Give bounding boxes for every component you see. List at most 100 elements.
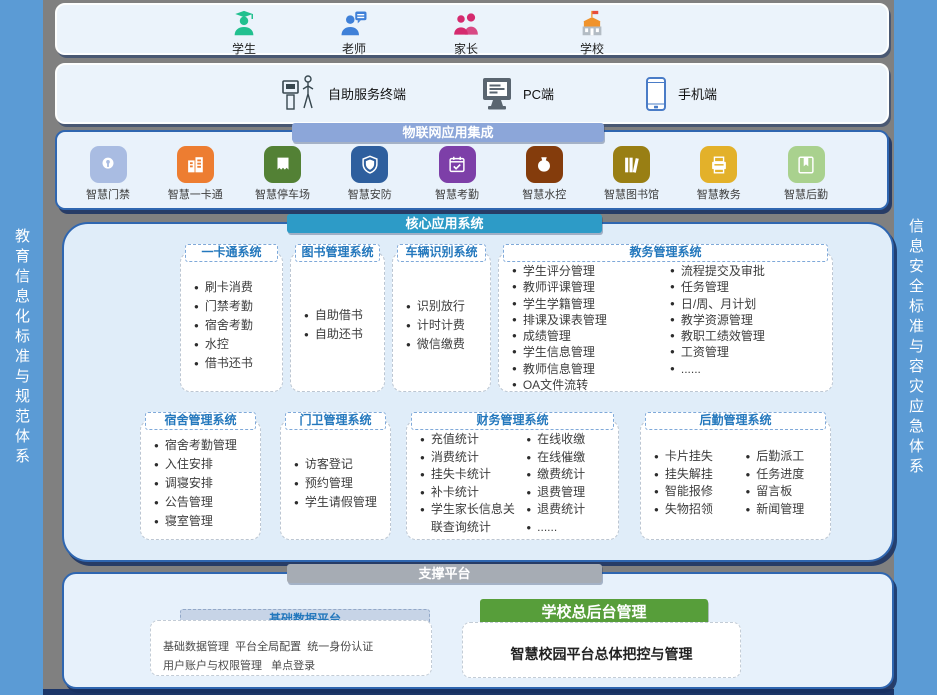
bullet-icon: ● — [512, 344, 517, 360]
list-item: ●宿舍考勤 — [194, 316, 253, 335]
system-card-title: 宿舍管理系统 — [145, 412, 256, 430]
users-panel: 学生 老师 家长 — [55, 3, 889, 55]
bullet-icon: ● — [512, 328, 517, 344]
terminal-pc: PC端 — [480, 65, 554, 122]
bullet-icon: ● — [194, 278, 199, 297]
list-item-label: 识别放行 — [417, 297, 465, 316]
list-item-label: 教师评课管理 — [523, 279, 595, 295]
printer-icon — [700, 146, 737, 183]
list-item: ●补卡统计 — [420, 484, 518, 502]
list-item: ●微信缴费 — [406, 335, 465, 354]
bullet-icon: ● — [512, 377, 517, 393]
list-item-label: 水控 — [205, 335, 229, 354]
list-item: ●学生信息管理 — [512, 344, 662, 360]
list-item-label: ...... — [537, 519, 557, 537]
list-item-label: 宿舍考勤管理 — [165, 436, 237, 455]
list-item: ●学生家长信息关联查询统计 — [420, 501, 518, 536]
books-icon — [613, 146, 650, 183]
system-item-list: ●卡片挂失●挂失解挂●智能报修●失物招领 — [654, 448, 737, 518]
list-item-label: 工资管理 — [681, 344, 729, 360]
list-item-label: 卡片挂失 — [665, 448, 713, 466]
list-item: ● 工资管理 — [670, 344, 826, 360]
list-item: ●预约管理 — [294, 474, 377, 493]
list-item: ●留言板 — [745, 483, 824, 501]
list-item-label: 学生评分管理 — [523, 263, 595, 279]
list-item: ●寝室管理 — [154, 512, 237, 531]
list-item: ●流程提交及审批 — [670, 263, 826, 279]
system-item-list: ● 自助借书● 自助还书 — [304, 306, 363, 344]
bullet-icon: ● — [154, 512, 159, 531]
list-item: ●成绩管理 — [512, 328, 662, 344]
list-item: ●新闻管理 — [745, 501, 824, 519]
iot-icon-row: 智慧门禁 智慧一卡通 智慧停车场 智慧安防 — [71, 146, 843, 202]
list-item-label: 补卡统计 — [431, 484, 479, 502]
list-item: ●在线收缴 — [526, 431, 612, 449]
list-item: ●消费统计 — [420, 449, 518, 467]
phone-icon — [643, 76, 669, 112]
bullet-icon: ● — [406, 297, 411, 316]
bullet-icon: ● — [526, 449, 531, 467]
bookmark-page-icon — [788, 146, 825, 183]
iot-label: 智慧一卡通 — [168, 186, 223, 202]
bullet-icon: ● — [512, 279, 517, 295]
list-item: ●任务进度 — [745, 466, 824, 484]
list-item-label: 充值统计 — [431, 431, 479, 449]
list-item-label: 在线催缴 — [537, 449, 585, 467]
terminal-label: PC端 — [523, 84, 554, 103]
system-card-title: 车辆识别系统 — [397, 244, 486, 262]
terminal-kiosk: 自助服务终端 — [279, 65, 406, 122]
list-item-label: 任务管理 — [681, 279, 729, 295]
list-item: ●日/周、月计划 — [670, 296, 826, 312]
bullet-icon: ● — [154, 436, 159, 455]
shield-icon — [351, 146, 388, 183]
system-card-gatekeeper: 门卫管理系统 ●访客登记●预约管理●学生请假管理 — [280, 420, 391, 540]
list-item: ●失物招领 — [654, 501, 737, 519]
list-item-label: 自助还书 — [315, 325, 363, 344]
system-item-list: ●充值统计●消费统计●挂失卡统计●补卡统计●学生家长信息关联查询统计 — [420, 431, 518, 536]
list-item: ●教学资源管理 — [670, 312, 826, 328]
base-platform-line: 用户账户与权限管理 单点登录 — [163, 657, 421, 673]
bullet-icon: ● — [194, 316, 199, 335]
bullet-icon: ● — [526, 484, 531, 502]
iot-label: 智慧考勤 — [435, 186, 479, 202]
list-item: ●排课及课表管理 — [512, 312, 662, 328]
system-card-academic: 教务管理系统 ●学生评分管理●教师评课管理●学生学籍管理●排课及课表管理●成绩管… — [498, 252, 833, 392]
school-admin-card: 智慧校园平台总体把控与管理 — [462, 622, 741, 678]
list-item-label: 调寝安排 — [165, 474, 213, 493]
bullet-icon: ● — [670, 344, 675, 360]
list-item-label: OA文件流转 — [523, 377, 588, 393]
bullet-icon: ● — [304, 325, 309, 344]
list-item-label: 微信缴费 — [417, 335, 465, 354]
list-item-label: 流程提交及审批 — [681, 263, 765, 279]
parents-icon — [451, 9, 481, 39]
terminal-label: 手机端 — [678, 84, 717, 103]
bullet-icon: ● — [512, 296, 517, 312]
smart-campus-architecture-diagram: 教育信息化标准与规范体系 信息安全标准与容灾应急体系 学生 老师 — [0, 0, 937, 695]
bullet-icon: ● — [512, 361, 517, 377]
list-item: ● 识别放行 — [406, 297, 465, 316]
list-item-label: 日/周、月计划 — [681, 296, 756, 312]
user-student: 学生 — [212, 9, 276, 57]
bullet-icon: ● — [420, 466, 425, 484]
bullet-icon: ● — [654, 466, 659, 484]
system-card-title: 后勤管理系统 — [645, 412, 826, 430]
list-item: ●智能报修 — [654, 483, 737, 501]
list-item-label: 访客登记 — [305, 455, 353, 474]
list-item-label: 自助借书 — [315, 306, 363, 325]
iot-academic: 智慧教务 — [682, 146, 756, 202]
base-data-platform-card: 基础数据管理 平台全局配置 统一身份认证 用户账户与权限管理 单点登录 — [150, 620, 432, 676]
bullet-icon: ● — [194, 335, 199, 354]
list-item-label: 退费统计 — [537, 501, 585, 519]
list-item: ● 自助还书 — [304, 325, 363, 344]
list-item: ●缴费统计 — [526, 466, 612, 484]
terminal-label: 自助服务终端 — [328, 84, 406, 103]
list-item: ● 访客登记 — [294, 455, 377, 474]
bullet-icon: ● — [154, 474, 159, 493]
user-school: 学校 — [560, 9, 624, 57]
bullet-icon: ● — [526, 501, 531, 519]
system-card-title: 图书管理系统 — [295, 244, 380, 262]
system-item-list: ●刷卡消费●门禁考勤●宿舍考勤●水控●借书还书 — [194, 278, 253, 373]
bullet-icon: ● — [294, 455, 299, 474]
iot-security: 智慧安防 — [333, 146, 407, 202]
iot-label: 智慧停车场 — [255, 186, 310, 202]
